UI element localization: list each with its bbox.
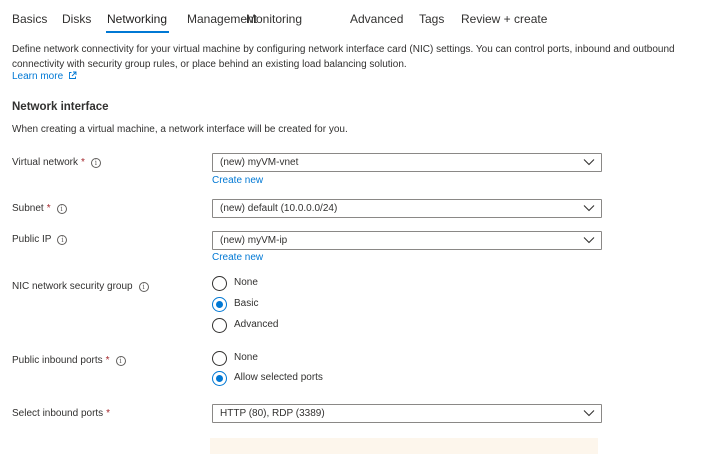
active-tab-indicator (106, 31, 169, 33)
subnet-label-text: Subnet (12, 203, 44, 214)
tab-basics[interactable]: Basics (12, 12, 47, 26)
chevron-down-icon (583, 237, 595, 244)
tab-networking[interactable]: Networking (107, 12, 167, 26)
required-marker: * (46, 203, 51, 214)
required-marker: * (80, 157, 85, 168)
section-subtitle: When creating a virtual machine, a netwo… (12, 124, 348, 135)
nic-nsg-label: NIC network security group i (12, 281, 149, 292)
public-inbound-ports-label-text: Public inbound ports (12, 355, 103, 366)
tab-bar: Basics Disks Networking Management Monit… (0, 0, 713, 36)
radio-label: Advanced (234, 319, 279, 330)
info-icon[interactable]: i (56, 204, 67, 214)
info-icon[interactable]: i (90, 158, 101, 168)
radio-label: Basic (234, 298, 259, 309)
info-icon[interactable]: i (138, 282, 149, 292)
info-icon[interactable]: i (115, 356, 126, 366)
select-inbound-ports-value: HTTP (80), RDP (3389) (220, 408, 325, 419)
external-link-icon (68, 71, 77, 79)
radio-button[interactable] (212, 351, 227, 366)
subnet-value: (new) default (10.0.0.0/24) (220, 203, 338, 214)
virtual-network-label-text: Virtual network (12, 157, 78, 168)
create-new-vnet-link[interactable]: Create new (212, 175, 263, 186)
info-icon[interactable]: i (57, 235, 68, 245)
chevron-down-icon (583, 205, 595, 212)
select-inbound-ports-label-text: Select inbound ports (12, 408, 104, 419)
section-title: Network interface (12, 101, 109, 113)
learn-more-label: Learn more (12, 71, 64, 82)
chevron-down-icon (583, 159, 595, 166)
radio-button[interactable] (212, 318, 227, 333)
radio-label: None (234, 277, 258, 288)
create-new-public-ip-link[interactable]: Create new (212, 252, 263, 263)
radio-label: Allow selected ports (234, 372, 323, 383)
radio-button-selected[interactable] (212, 297, 227, 312)
virtual-network-value: (new) myVM-vnet (220, 157, 299, 168)
subnet-select[interactable]: (new) default (10.0.0.0/24) (212, 199, 602, 218)
public-ip-label-text: Public IP (12, 234, 52, 245)
virtual-network-label: Virtual network * i (12, 157, 101, 168)
radio-button[interactable] (212, 276, 227, 291)
virtual-network-select[interactable]: (new) myVM-vnet (212, 153, 602, 172)
public-ip-value: (new) myVM-ip (220, 235, 288, 246)
required-marker: * (105, 355, 110, 366)
select-inbound-ports-label: Select inbound ports * (12, 408, 110, 419)
chevron-down-icon (583, 410, 595, 417)
subnet-label: Subnet * i (12, 203, 67, 214)
public-inbound-ports-label: Public inbound ports * i (12, 355, 126, 366)
page-description: Define network connectivity for your vir… (12, 44, 675, 70)
tab-advanced[interactable]: Advanced (350, 12, 403, 26)
learn-more-link[interactable]: Learn more (12, 71, 77, 82)
tab-monitoring[interactable]: Monitoring (246, 12, 302, 26)
warning-message-box (210, 438, 598, 454)
public-ip-label: Public IP i (12, 234, 68, 245)
required-marker: * (106, 408, 111, 419)
radio-button-selected[interactable] (212, 371, 227, 386)
radio-label: None (234, 352, 258, 363)
tab-tags[interactable]: Tags (419, 12, 444, 26)
select-inbound-ports-select[interactable]: HTTP (80), RDP (3389) (212, 404, 602, 423)
tab-review-create[interactable]: Review + create (461, 12, 547, 26)
public-ip-select[interactable]: (new) myVM-ip (212, 231, 602, 250)
tab-disks[interactable]: Disks (62, 12, 91, 26)
nic-nsg-label-text: NIC network security group (12, 281, 133, 292)
